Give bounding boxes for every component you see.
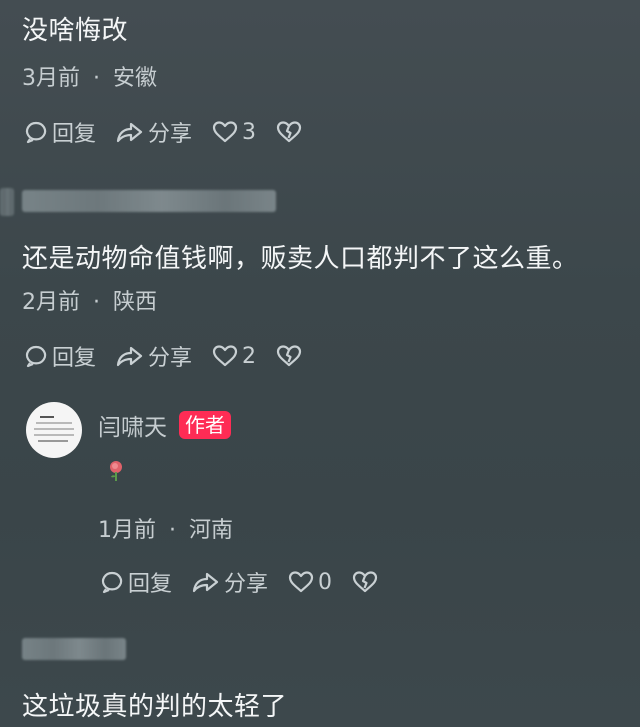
reply-button[interactable]: 回复 — [24, 340, 96, 372]
heart-icon — [212, 121, 238, 143]
comment-time: 3月前 — [22, 66, 80, 91]
reply-button[interactable]: 回复 — [24, 116, 96, 148]
comment-text: 没啥悔改 — [22, 16, 129, 46]
like-button[interactable]: 2 — [212, 344, 256, 369]
dislike-button[interactable] — [352, 570, 378, 594]
share-icon — [116, 346, 143, 367]
avatar-edge — [0, 188, 14, 216]
broken-heart-icon — [276, 345, 302, 367]
like-button[interactable]: 0 — [288, 570, 332, 595]
comment-meta: 3月前 · 安徽 — [22, 60, 157, 92]
share-button[interactable]: 分享 — [116, 116, 192, 148]
like-count: 2 — [242, 343, 257, 369]
reply-meta: 1月前 · 河南 — [98, 512, 233, 544]
comment-location: 陕西 — [113, 290, 158, 315]
author-avatar[interactable] — [26, 402, 82, 458]
rose-icon — [110, 461, 122, 481]
meta-separator: · — [93, 66, 100, 91]
reply-location: 河南 — [189, 518, 234, 543]
share-button[interactable]: 分享 — [116, 340, 192, 372]
like-count: 0 — [318, 569, 333, 595]
comment-text: 还是动物命值钱啊，贩卖人口都判不了这么重。 — [22, 244, 579, 274]
comment-section: 没啥悔改 3月前 · 安徽 回复 分享 3 还是动物命值钱啊，贩卖人口都判不了这… — [0, 0, 640, 727]
share-label: 分享 — [148, 346, 193, 371]
comment-location: 安徽 — [113, 66, 158, 91]
share-label: 分享 — [224, 572, 269, 597]
comment-actions: 回复 分享 3 — [24, 116, 322, 148]
dislike-button[interactable] — [276, 120, 302, 144]
comment-actions: 回复 分享 2 — [24, 340, 322, 372]
author-badge: 作者 — [179, 411, 231, 439]
heart-icon — [288, 571, 314, 593]
share-icon — [116, 122, 143, 143]
reply-label: 回复 — [52, 122, 97, 147]
reply-label: 回复 — [52, 346, 97, 371]
author-username[interactable]: 闫啸天 — [98, 408, 167, 442]
heart-icon — [212, 345, 238, 367]
reply-time: 1月前 — [98, 518, 156, 543]
author-header: 闫啸天 作者 — [98, 408, 231, 442]
reply-label: 回复 — [128, 572, 173, 597]
broken-heart-icon — [352, 571, 378, 593]
like-button[interactable]: 3 — [212, 120, 256, 145]
share-label: 分享 — [148, 122, 193, 147]
share-icon — [192, 572, 219, 593]
comment-meta: 2月前 · 陕西 — [22, 284, 157, 316]
blurred-username — [22, 638, 126, 660]
meta-separator: · — [93, 290, 100, 315]
comment-time: 2月前 — [22, 290, 80, 315]
reply-icon — [101, 571, 123, 594]
reply-icon — [25, 345, 47, 368]
like-count: 3 — [242, 119, 257, 145]
blurred-username — [22, 190, 276, 212]
share-button[interactable]: 分享 — [192, 566, 268, 598]
reply-actions: 回复 分享 0 — [100, 566, 398, 598]
comment-text: 这垃圾真的判的太轻了 — [22, 692, 288, 722]
dislike-button[interactable] — [276, 344, 302, 368]
reply-icon — [25, 121, 47, 144]
reply-button[interactable]: 回复 — [100, 566, 172, 598]
broken-heart-icon — [276, 121, 302, 143]
meta-separator: · — [169, 518, 176, 543]
